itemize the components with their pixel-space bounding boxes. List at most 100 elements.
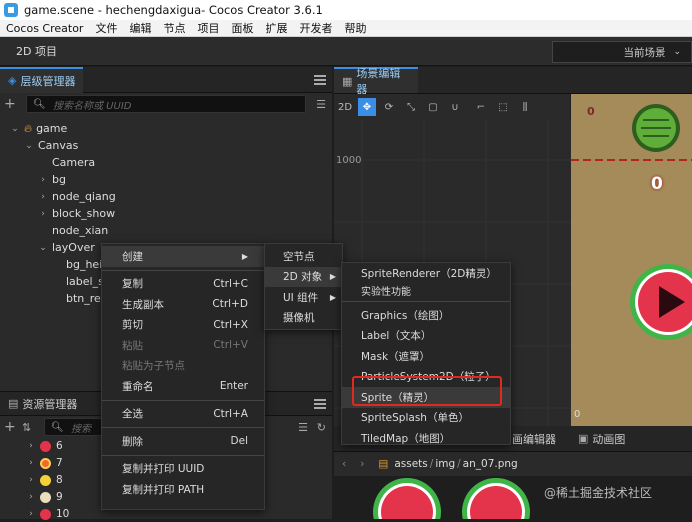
menu-item-copy[interactable]: 复制 Ctrl+C (102, 274, 264, 295)
scene-select-label: 当前场景 (623, 46, 666, 59)
menu-item-shortcut: Ctrl+C (213, 277, 248, 290)
menu-icon[interactable] (314, 399, 326, 409)
tree-node-camera[interactable]: Camera (0, 154, 330, 171)
menu-item-select-all[interactable]: 全选 Ctrl+A (102, 404, 264, 425)
tab-anim-graph[interactable]: ▣ 动画图 (570, 426, 633, 452)
menu-extension[interactable]: 扩展 (259, 20, 293, 36)
rect-tool-icon[interactable]: ▢ (424, 98, 442, 116)
fruit-icon (40, 508, 51, 520)
rotate-tool-icon[interactable]: ⟳ (380, 98, 398, 116)
menu-project[interactable]: 项目 (191, 20, 225, 36)
submenu-item-sprite[interactable]: Sprite（精灵） (342, 387, 510, 408)
scene-select[interactable]: 当前场景 ⌄ (552, 41, 692, 63)
tree-node-game[interactable]: ⌄ 🔥︎ game (0, 120, 330, 137)
game-canvas (571, 94, 692, 426)
tab-anim-graph-label: 动画图 (592, 432, 626, 446)
menu-item-paste-child[interactable]: 粘贴为子节点 (102, 356, 264, 377)
scale-tool-icon[interactable]: ⤡ (402, 98, 420, 116)
submenu-item-empty-node[interactable]: 空节点 (265, 246, 342, 267)
node-label: game (36, 122, 68, 135)
menu-item-label: SpriteSplash（单色） (361, 412, 469, 425)
list-icon[interactable]: ☰ (298, 421, 308, 434)
sort-icon[interactable]: ⇅ (22, 421, 38, 434)
path-segment[interactable]: img (435, 458, 455, 470)
mode-2d-button[interactable]: 2D (336, 98, 354, 116)
fruit-icon (40, 491, 51, 503)
tree-node-qiang[interactable]: › node_qiang (0, 188, 330, 205)
tab-assets[interactable]: ▤ 资源管理器 (0, 391, 85, 417)
menu-item-label: Label（文本） (361, 330, 432, 343)
pivot-icon[interactable]: ⌐ (472, 98, 490, 116)
menu-item-paste[interactable]: 粘贴 Ctrl+V (102, 335, 264, 356)
menu-edit[interactable]: 编辑 (123, 20, 157, 36)
tree-node-canvas[interactable]: ⌄ Canvas (0, 137, 330, 154)
tab-anim-editor[interactable]: 画编辑器 (504, 426, 564, 452)
tree-node-block-show[interactable]: › block_show (0, 205, 330, 222)
menu-item-create[interactable]: 创建 ▶ (102, 246, 264, 267)
menu-file[interactable]: 文件 (89, 20, 123, 36)
hierarchy-search-input[interactable]: 🔍︎ 搜索名称或 UUID (26, 95, 306, 113)
asset-label: 9 (56, 491, 63, 503)
menu-icon[interactable] (314, 75, 326, 85)
back-icon[interactable]: ‹ (342, 458, 346, 470)
chevron-right-icon: ▶ (329, 272, 336, 282)
menu-item-duplicate[interactable]: 生成副本 Ctrl+D (102, 294, 264, 315)
add-icon[interactable]: + (4, 96, 20, 112)
chevron-down-icon: ⌄ (39, 242, 47, 253)
folder-icon: ▤ (378, 458, 389, 470)
submenu-item-2d-object[interactable]: 2D 对象 ▶ (265, 266, 342, 287)
game-view[interactable]: 0 0 0 (571, 94, 692, 426)
menu-item-copy-uuid[interactable]: 复制并打印 UUID (102, 459, 264, 480)
fruit-icon (40, 457, 51, 469)
tree-node-bg[interactable]: › bg (0, 171, 330, 188)
path-segment[interactable]: an_07.png (463, 458, 518, 470)
menu-developer[interactable]: 开发者 (293, 20, 338, 36)
tab-anim-editor-label: 画编辑器 (512, 432, 556, 446)
submenu-item-camera[interactable]: 摄像机 (265, 308, 342, 329)
search-placeholder: 搜索名称或 UUID (53, 100, 132, 112)
list-icon[interactable]: ☰ (316, 98, 326, 111)
submenu-item-label[interactable]: Label（文本） (342, 326, 510, 347)
add-icon[interactable]: + (4, 419, 18, 435)
menu-help[interactable]: 帮助 (338, 20, 372, 36)
scene-toolbar: 2D ✥ ⟳ ⤡ ▢ ∪ ⌐ ⬚ ⫼ (334, 94, 570, 120)
local-icon[interactable]: ⬚ (494, 98, 512, 116)
path-segment[interactable]: assets (394, 458, 427, 470)
menu-item-label: UI 组件 (283, 291, 319, 304)
asset-label: 8 (56, 474, 63, 486)
submenu-item-spriterenderer[interactable]: SpriteRenderer（2D精灵） 实验性功能 (342, 266, 510, 298)
submenu-item-tiledmap[interactable]: TiledMap（地图） (342, 428, 510, 449)
title-bar: game.scene - hechengdaxigua- Cocos Creat… (0, 0, 692, 20)
forward-icon[interactable]: › (360, 458, 364, 470)
menu-item-label: Mask（遮罩） (361, 350, 431, 363)
refresh-icon[interactable]: ↻ (317, 421, 326, 434)
context-menu: 创建 ▶ 复制 Ctrl+C 生成副本 Ctrl+D 剪切 Ctrl+X 粘贴 Ctrl+… (101, 243, 265, 510)
tab-hierarchy[interactable]: ◈ 层级管理器 (0, 66, 84, 93)
move-tool-icon[interactable]: ✥ (358, 98, 376, 116)
menu-item-cut[interactable]: 剪切 Ctrl+X (102, 315, 264, 336)
menu-item-label: SpriteRenderer（2D精灵） (361, 268, 497, 280)
menu-item-copy-path[interactable]: 复制并打印 PATH (102, 479, 264, 500)
menu-panel[interactable]: 面板 (225, 20, 259, 36)
menu-item-label: 创建 (122, 250, 143, 263)
tab-scene-editor[interactable]: ▦ 场景编辑器 (334, 67, 418, 96)
chevron-right-icon: › (41, 208, 45, 219)
score-label: 0 (651, 174, 663, 194)
experimental-label: 实验性功能 (361, 287, 411, 298)
align-icon[interactable]: ⫼ (516, 98, 534, 116)
tree-node-xian[interactable]: node_xian (0, 222, 330, 239)
menu-cocos[interactable]: Cocos Creator (0, 22, 89, 35)
submenu-item-particlesystem2d[interactable]: ParticleSystem2D（粒子） (342, 367, 510, 388)
submenu-item-graphics[interactable]: Graphics（绘图） (342, 305, 510, 326)
submenu-item-mask[interactable]: Mask（遮罩） (342, 346, 510, 367)
snap-icon[interactable]: ∪ (446, 98, 464, 116)
asset-label: 6 (56, 440, 63, 452)
submenu-item-ui-component[interactable]: UI 组件 ▶ (265, 287, 342, 308)
chevron-right-icon: ▶ (241, 251, 248, 261)
menu-item-rename[interactable]: 重命名 Enter (102, 376, 264, 397)
menu-item-shortcut: Ctrl+V (213, 339, 248, 352)
submenu-item-spritesplash[interactable]: SpriteSplash（单色） (342, 408, 510, 429)
menu-node[interactable]: 节点 (157, 20, 191, 36)
menu-item-delete[interactable]: 删除 Del (102, 431, 264, 452)
search-placeholder: 搜索 (71, 423, 91, 435)
